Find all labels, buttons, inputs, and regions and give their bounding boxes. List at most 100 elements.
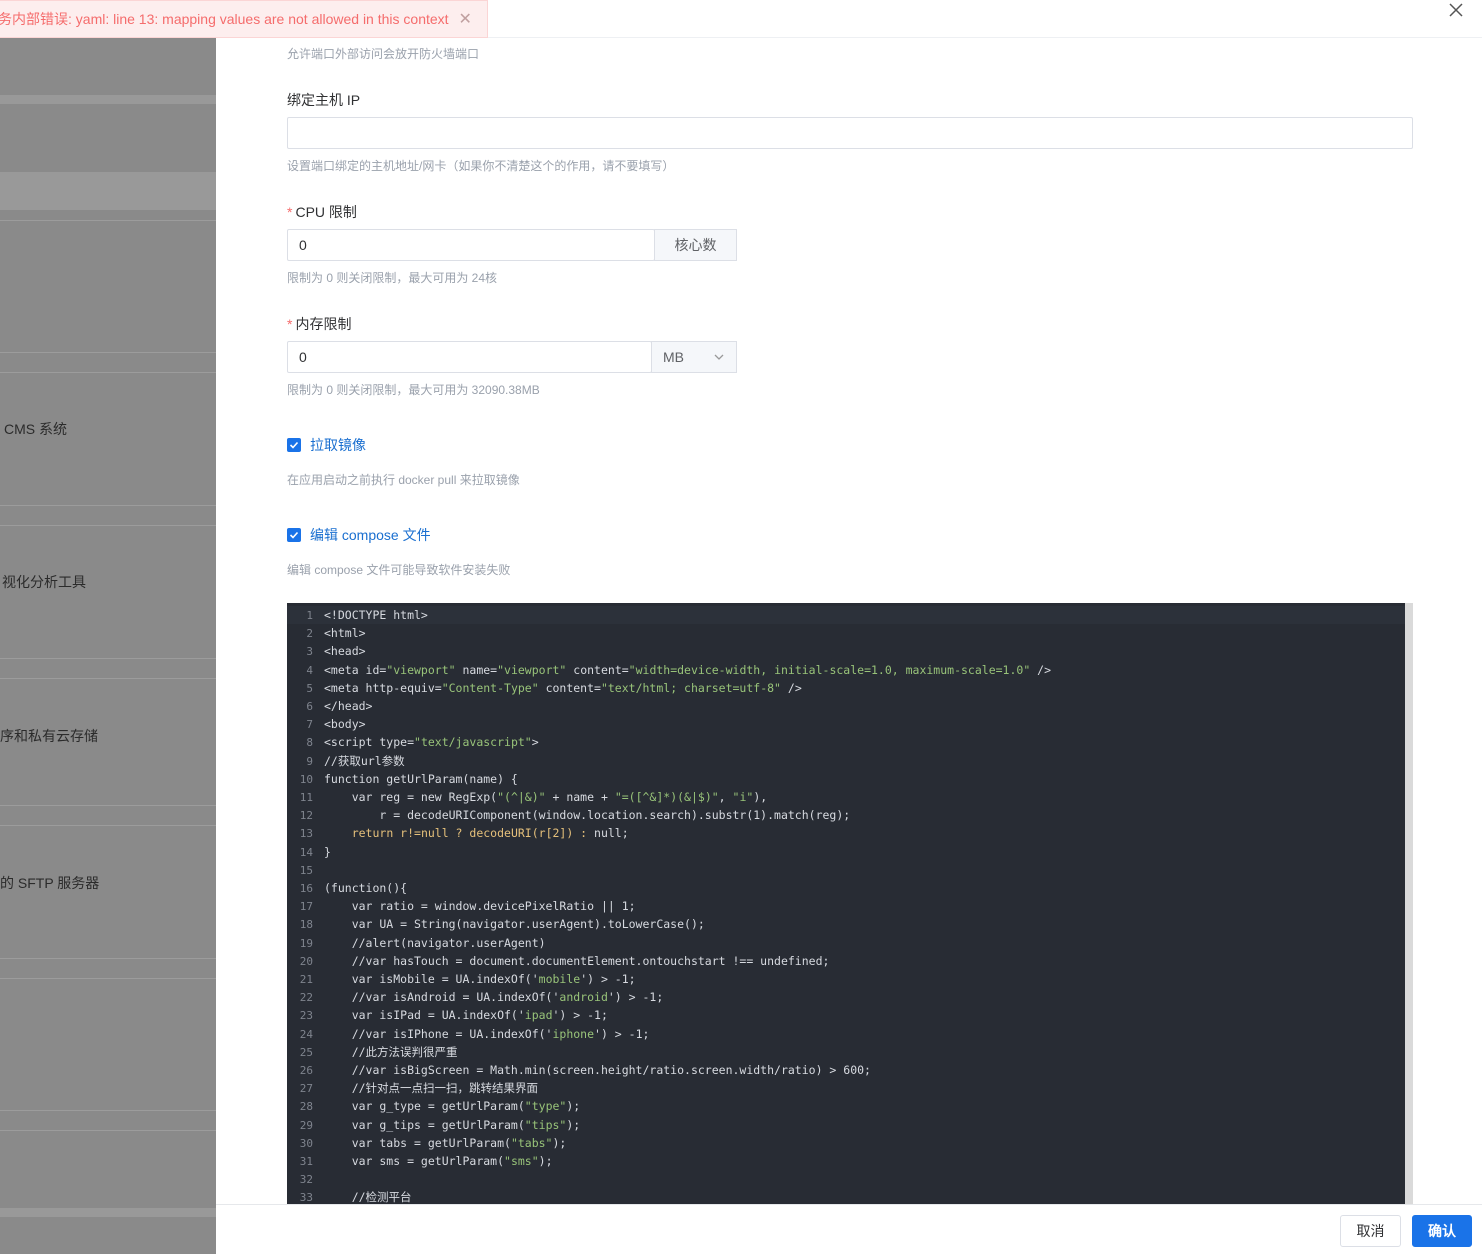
line-number: 6	[306, 700, 313, 713]
code-line: 24 //var isIPhone = UA.indexOf('iphone')…	[287, 1025, 1405, 1043]
code-text: var isIPad = UA.indexOf('ipad') > -1;	[324, 1008, 608, 1023]
code-line: 23 var isIPad = UA.indexOf('ipad') > -1;	[287, 1006, 1405, 1024]
cpu-limit-input[interactable]	[287, 229, 655, 261]
memory-limit-label: * 内存限制	[287, 316, 352, 332]
backdrop-app-label: 的 SFTP 服务器	[0, 875, 100, 891]
code-text: }	[324, 844, 331, 859]
code-line: 4 <meta id="viewport" name="viewport" con…	[287, 661, 1405, 679]
code-text: var UA = String(navigator.userAgent).toL…	[324, 917, 705, 932]
backdrop-app-label: 序和私有云存储	[0, 728, 98, 744]
code-line: 18 var UA = String(navigator.userAgent).…	[287, 915, 1405, 933]
error-message: 务内部错误: yaml: line 13: mapping values are…	[0, 11, 449, 27]
backdrop-divider	[0, 1130, 216, 1131]
code-line: 2 <html>	[287, 624, 1405, 642]
code-text: var g_tips = getUrlParam("tips");	[324, 1117, 581, 1132]
line-number: 29	[299, 1118, 313, 1132]
pull-image-label: 拉取镜像	[310, 437, 366, 453]
backdrop-divider	[0, 658, 216, 659]
line-number: 21	[299, 973, 313, 986]
backdrop-divider	[0, 505, 216, 506]
code-text: <html>	[324, 626, 366, 641]
code-line: 19 //alert(navigator.userAgent)	[287, 934, 1405, 952]
line-number: 15	[299, 863, 313, 877]
code-text: var tabs = getUrlParam("tabs");	[324, 1135, 567, 1150]
code-text: //var isIPhone = UA.indexOf('iphone') > …	[324, 1026, 650, 1041]
code-line: 5 <meta http-equiv="Content-Type" content…	[287, 679, 1405, 697]
code-line: 9 //获取url参数	[287, 752, 1405, 770]
host-ip-label: 绑定主机 IP	[287, 92, 361, 108]
app-install-drawer: 允许端口外部访问会放开防火墙端口 绑定主机 IP 设置端口绑定的主机地址/网卡（…	[216, 0, 1482, 1254]
code-line: 31 var sms = getUrlParam("sms");	[287, 1152, 1405, 1170]
line-number: 26	[299, 1064, 313, 1077]
backdrop-band	[0, 172, 216, 210]
line-number: 10	[299, 772, 313, 786]
cpu-unit-addon: 核心数	[654, 229, 737, 261]
line-number: 18	[299, 918, 313, 932]
code-line: 30 var tabs = getUrlParam("tabs");	[287, 1134, 1405, 1152]
pull-image-help: 在应用启动之前执行 docker pull 来拉取镜像	[287, 473, 520, 487]
edit-compose-help: 编辑 compose 文件可能导致软件安装失败	[287, 563, 511, 577]
editor-scrollbar[interactable]	[1405, 603, 1413, 1204]
memory-unit-value: MB	[663, 349, 684, 365]
backdrop-divider	[0, 805, 216, 806]
cancel-button[interactable]: 取消	[1340, 1215, 1401, 1247]
code-line: 20 //var hasTouch = document.documentEle…	[287, 952, 1405, 970]
close-icon[interactable]: ✕	[459, 9, 472, 29]
code-line: 15	[287, 861, 1405, 879]
code-text: //针对点一点扫一扫，跳转结果界面	[324, 1081, 539, 1096]
line-number: 9	[306, 754, 313, 768]
code-line: 16 (function(){	[287, 879, 1405, 897]
line-number: 19	[299, 936, 313, 950]
host-ip-input[interactable]	[287, 117, 1413, 149]
memory-unit-select[interactable]: MB	[651, 341, 737, 373]
line-number: 1	[306, 609, 313, 622]
line-number: 31	[299, 1155, 313, 1168]
pull-image-checkbox[interactable]: 拉取镜像	[287, 435, 366, 455]
code-text: var isMobile = UA.indexOf('mobile') > -1…	[324, 972, 636, 986]
code-text: <!DOCTYPE html>	[324, 608, 428, 622]
edit-compose-label: 编辑 compose 文件	[310, 527, 431, 543]
port-help-text: 允许端口外部访问会放开防火墙端口	[287, 47, 480, 61]
line-number: 25	[299, 1045, 313, 1059]
chevron-down-icon	[714, 342, 724, 372]
code-line: 3 <head>	[287, 642, 1405, 660]
code-text: <script type="text/javascript">	[324, 735, 539, 750]
line-number: 7	[306, 718, 313, 732]
code-text: r = decodeURIComponent(window.location.s…	[324, 808, 851, 823]
line-number: 27	[299, 1082, 313, 1096]
line-number: 11	[299, 791, 313, 804]
code-text: //var hasTouch = document.documentElemen…	[324, 953, 830, 968]
drawer-footer: 取消 确认	[216, 1204, 1482, 1254]
line-number: 23	[299, 1009, 313, 1023]
code-text: </head>	[324, 699, 373, 713]
line-number: 24	[299, 1027, 313, 1041]
backdrop-divider	[0, 220, 216, 221]
code-line: 17 var ratio = window.devicePixelRatio |…	[287, 897, 1405, 915]
code-text: //var isAndroid = UA.indexOf('android') …	[324, 990, 664, 1005]
code-text: <body>	[324, 717, 366, 732]
line-number: 22	[299, 991, 313, 1005]
cpu-limit-help: 限制为 0 则关闭限制，最大可用为 24核	[287, 271, 498, 285]
code-line: 10 function getUrlParam(name) {	[287, 770, 1405, 788]
code-line: 8 <script type="text/javascript">	[287, 733, 1405, 751]
code-text: //获取url参数	[324, 753, 405, 768]
code-text: var reg = new RegExp("(^|&)" + name + "=…	[324, 790, 768, 804]
confirm-button[interactable]: 确认	[1412, 1215, 1472, 1247]
backdrop-divider	[0, 1110, 216, 1111]
backdrop-divider	[0, 678, 216, 679]
compose-code-editor[interactable]: 1 <!DOCTYPE html> 2 <html> 3 <head> 4 <meta id=…	[287, 603, 1413, 1204]
code-line: 22 //var isAndroid = UA.indexOf('android…	[287, 988, 1405, 1006]
code-text: //检测平台	[324, 1190, 412, 1204]
backdrop-divider	[0, 372, 216, 373]
line-number: 14	[299, 845, 313, 859]
line-number: 30	[299, 1136, 313, 1150]
page-backdrop: CMS 系统 视化分析工具 序和私有云存储 的 SFTP 服务器	[0, 0, 216, 1254]
memory-limit-input[interactable]	[287, 341, 652, 373]
code-line: 28 var g_type = getUrlParam("type");	[287, 1097, 1405, 1115]
cpu-limit-label: * CPU 限制	[287, 204, 357, 220]
edit-compose-checkbox[interactable]: 编辑 compose 文件	[287, 525, 431, 545]
line-number: 32	[299, 1173, 313, 1187]
drawer-close-icon[interactable]	[1448, 2, 1464, 22]
code-text: //var isBigScreen = Math.min(screen.heig…	[324, 1063, 871, 1077]
backdrop-divider	[0, 958, 216, 959]
